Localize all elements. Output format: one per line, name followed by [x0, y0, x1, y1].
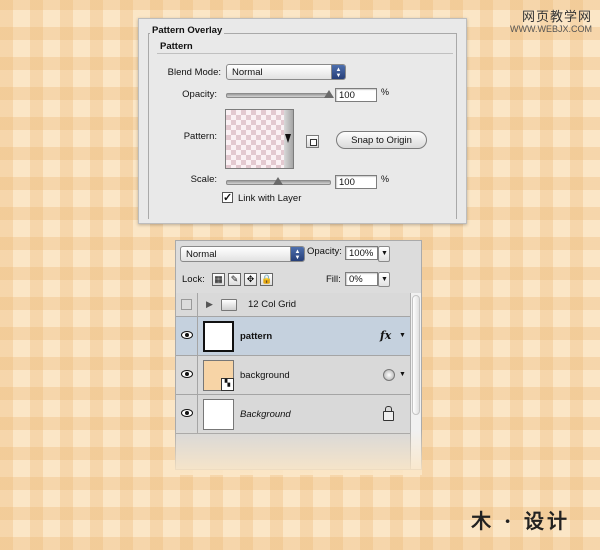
scale-input[interactable]: 100: [335, 175, 377, 189]
layers-panel-controls: Normal ▲ ▼ Opacity: 100% ▼ Lock: ▦ ✎ ✥ 🔒 …: [176, 241, 421, 294]
eye-icon: [181, 409, 193, 417]
lock-image-pixels-icon[interactable]: ✎: [228, 273, 241, 286]
layer-name: background: [240, 370, 290, 381]
layer-thumbnail: [203, 399, 234, 430]
blend-mode-value: Normal: [232, 67, 263, 78]
expand-effects-icon[interactable]: ▼: [399, 371, 406, 378]
layer-blend-mode-value: Normal: [186, 249, 217, 260]
pattern-picker-dropdown[interactable]: [284, 109, 294, 169]
watermark-site-name: 网页教学网: [521, 10, 592, 25]
pattern-label: Pattern:: [183, 131, 217, 142]
visibility-cell-empty[interactable]: [176, 293, 198, 316]
scale-label: Scale:: [190, 174, 217, 185]
scale-unit: %: [381, 174, 390, 184]
reflection-fade: [175, 430, 422, 475]
layer-opacity-dropdown[interactable]: ▼: [378, 246, 390, 262]
eye-icon: [181, 370, 193, 378]
folder-icon: [221, 299, 237, 311]
lock-transparent-icon[interactable]: ▦: [212, 273, 225, 286]
expand-triangle-icon[interactable]: ▶: [206, 299, 213, 310]
layer-row-background-locked[interactable]: Background: [176, 395, 410, 434]
watermark-site-url: WWW.WEBJX.COM: [510, 24, 592, 34]
pattern-overlay-panel: Pattern Overlay Pattern Blend Mode: Norm…: [138, 18, 467, 224]
new-preset-icon[interactable]: [306, 135, 319, 148]
layer-style-icon[interactable]: [383, 369, 395, 381]
pattern-overlay-title: Pattern Overlay: [150, 25, 225, 36]
opacity-slider-knob[interactable]: [324, 90, 334, 98]
smart-object-icon: ▚: [221, 378, 234, 391]
lock-icon: [383, 411, 394, 421]
updown-arrows-icon: ▲ ▼: [290, 247, 304, 261]
section-divider: [157, 53, 453, 54]
visibility-toggle[interactable]: [176, 356, 198, 394]
layer-row-background[interactable]: ▚ background ▼: [176, 356, 410, 395]
layer-thumbnail: [203, 321, 234, 352]
blend-mode-select[interactable]: Normal ▲ ▼: [226, 64, 346, 80]
layer-name: Background: [240, 409, 291, 420]
layer-name: pattern: [240, 331, 273, 342]
dropdown-arrow-icon: ▼: [381, 276, 388, 283]
opacity-input[interactable]: 100: [335, 88, 377, 102]
layer-row-group[interactable]: ▶ 12 Col Grid: [176, 293, 410, 317]
fill-label: Fill:: [326, 274, 341, 285]
expand-effects-icon[interactable]: ▼: [399, 332, 406, 339]
layer-row-pattern[interactable]: pattern fx ▼: [176, 317, 410, 356]
updown-arrows-icon: ▲ ▼: [331, 65, 345, 79]
layer-blend-mode-select[interactable]: Normal ▲ ▼: [180, 246, 305, 262]
visibility-toggle[interactable]: [176, 395, 198, 433]
pattern-swatch[interactable]: [225, 109, 285, 169]
fill-input[interactable]: 0%: [345, 272, 378, 286]
lock-all-icon[interactable]: 🔒: [260, 273, 273, 286]
link-with-layer-checkbox[interactable]: ✓: [222, 192, 233, 204]
pattern-section-title: Pattern: [160, 41, 193, 52]
eye-icon: [181, 331, 193, 339]
scale-slider-knob[interactable]: [272, 177, 283, 185]
lock-shackle: [385, 406, 392, 412]
visibility-toggle[interactable]: [176, 317, 198, 355]
snap-to-origin-button[interactable]: Snap to Origin: [336, 131, 427, 149]
link-with-layer-label: Link with Layer: [238, 193, 302, 204]
fx-icon[interactable]: fx: [380, 329, 391, 342]
dropdown-arrow-icon: ▼: [381, 250, 388, 257]
watermark-top: 网页教学网 WWW.WEBJX.COM: [510, 6, 592, 34]
lock-label: Lock:: [182, 274, 205, 285]
dropdown-arrow-icon: [285, 134, 291, 143]
scrollbar-thumb[interactable]: [412, 295, 420, 415]
opacity-slider-track[interactable]: [226, 93, 331, 98]
pattern-overlay-group-border: [148, 33, 457, 219]
blend-mode-label: Blend Mode:: [167, 67, 221, 78]
layer-thumbnail: ▚: [203, 360, 234, 391]
opacity-unit: %: [381, 87, 390, 97]
opacity-label: Opacity:: [182, 89, 217, 100]
lock-position-icon[interactable]: ✥: [244, 273, 257, 286]
watermark-signature: 木 · 设计: [471, 509, 570, 533]
layer-opacity-input[interactable]: 100%: [345, 246, 378, 260]
layer-name: 12 Col Grid: [248, 299, 297, 310]
layer-opacity-label: Opacity:: [307, 246, 342, 257]
fill-dropdown[interactable]: ▼: [378, 272, 390, 287]
